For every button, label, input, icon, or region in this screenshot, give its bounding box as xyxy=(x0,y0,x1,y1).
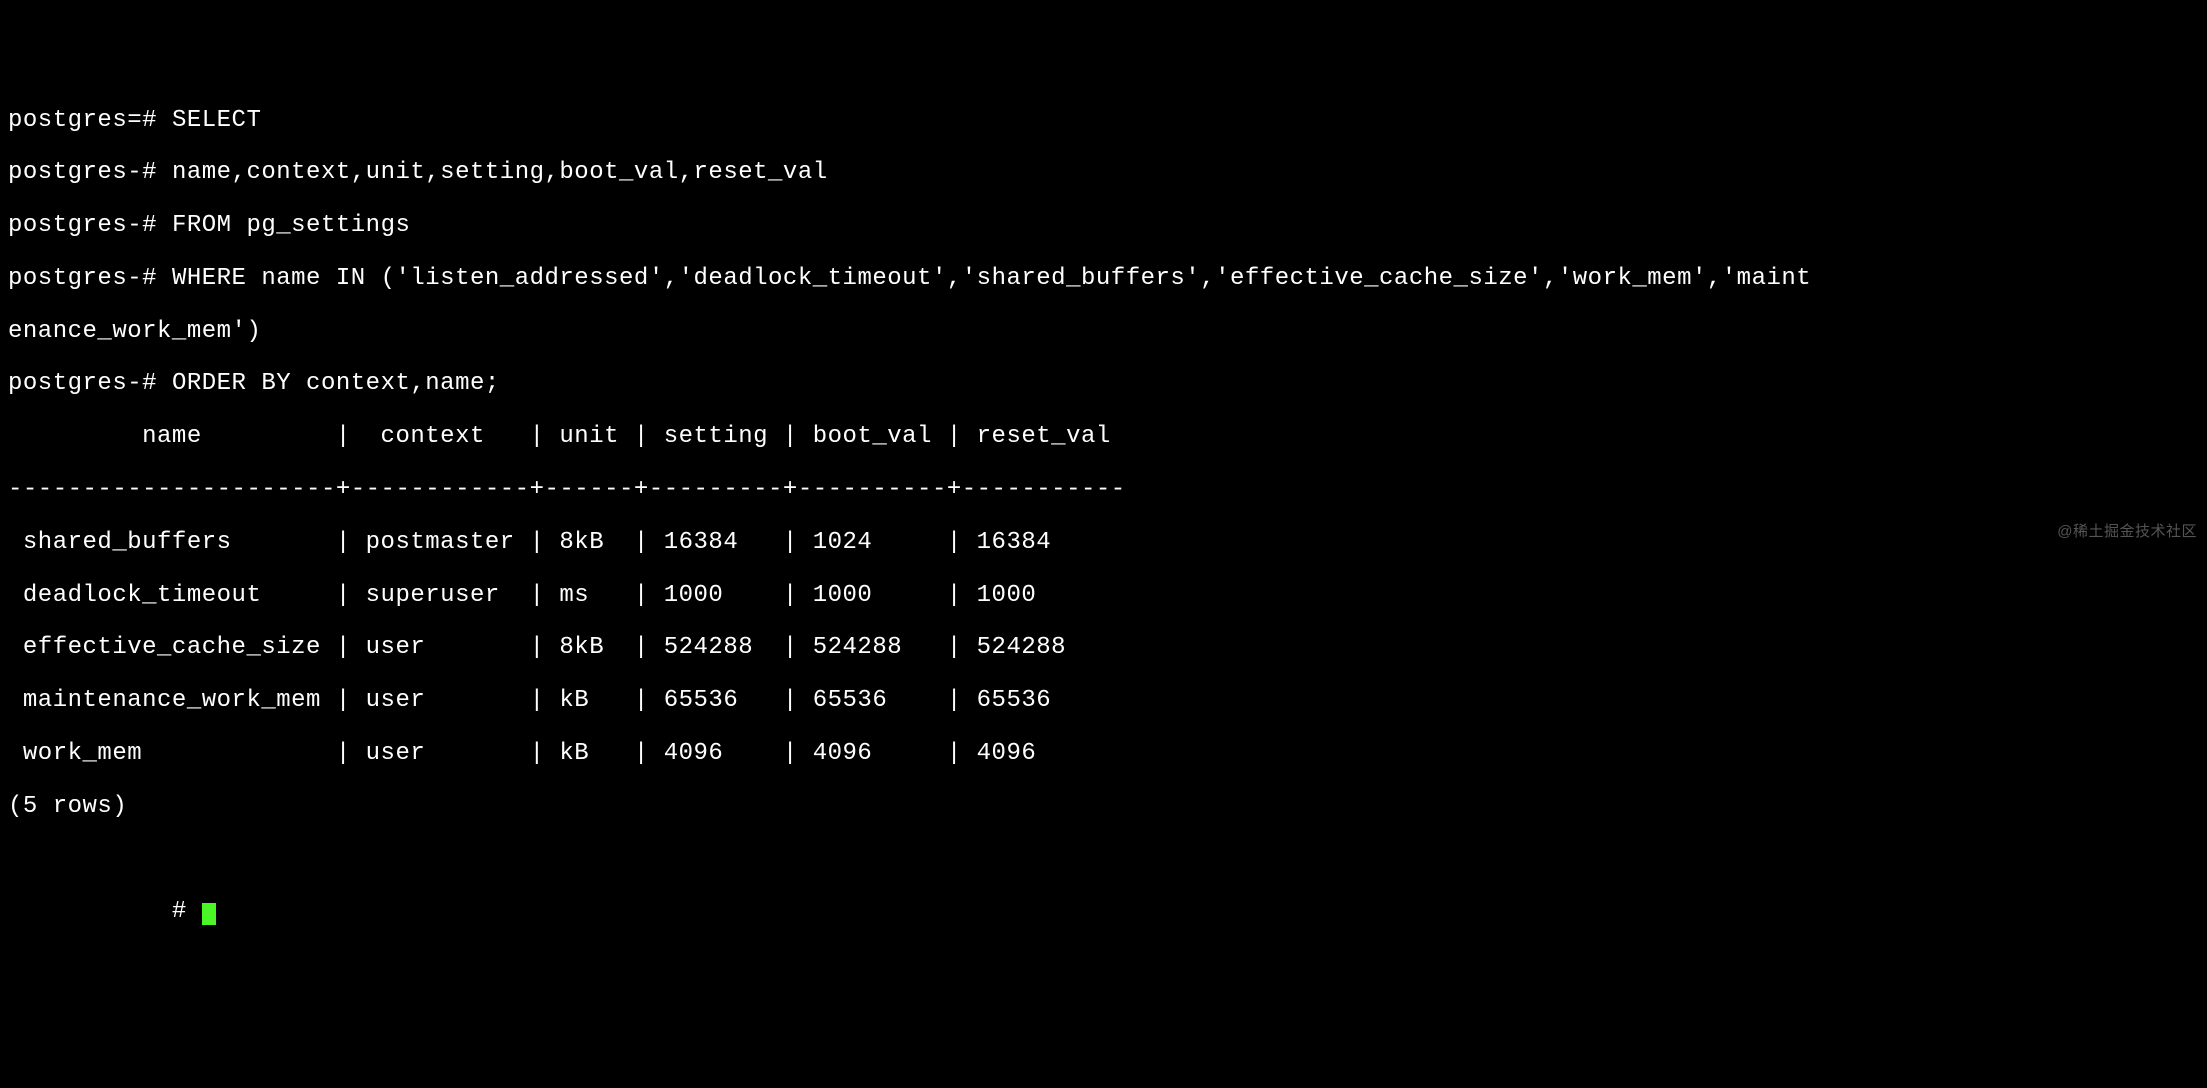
result-separator: ----------------------+------------+----… xyxy=(8,477,2199,503)
empty-line xyxy=(8,847,2199,873)
table-row: work_mem | user | kB | 4096 | 4096 | 409… xyxy=(8,741,2199,767)
table-row: effective_cache_size | user | 8kB | 5242… xyxy=(8,635,2199,661)
result-footer: (5 rows) xyxy=(8,794,2199,820)
prompt: postgres=# xyxy=(8,107,172,134)
prompt-prefix: # xyxy=(8,898,202,925)
result-header: name | context | unit | setting | boot_v… xyxy=(8,424,2199,450)
sql-text: FROM pg_settings xyxy=(172,212,410,239)
table-row: deadlock_timeout | superuser | ms | 1000… xyxy=(8,583,2199,609)
sql-text: SELECT xyxy=(172,107,261,134)
sql-text: enance_work_mem') xyxy=(8,318,261,345)
prompt: postgres-# xyxy=(8,370,172,397)
terminal-cursor xyxy=(202,903,216,925)
query-line-1: postgres=# SELECT xyxy=(8,108,2199,134)
next-prompt-line[interactable]: # xyxy=(8,899,2199,925)
query-line-3: postgres-# FROM pg_settings xyxy=(8,213,2199,239)
table-row: shared_buffers | postmaster | 8kB | 1638… xyxy=(8,530,2199,556)
watermark-text: @稀土掘金技术社区 xyxy=(2057,524,2197,541)
sql-text: ORDER BY context,name; xyxy=(172,370,500,397)
query-line-4: postgres-# WHERE name IN ('listen_addres… xyxy=(8,266,2199,292)
query-line-2: postgres-# name,context,unit,setting,boo… xyxy=(8,160,2199,186)
sql-text: WHERE name IN ('listen_addressed','deadl… xyxy=(172,265,1811,292)
prompt: postgres-# xyxy=(8,159,172,186)
query-line-6: postgres-# ORDER BY context,name; xyxy=(8,371,2199,397)
prompt: postgres-# xyxy=(8,212,172,239)
table-row: maintenance_work_mem | user | kB | 65536… xyxy=(8,688,2199,714)
sql-text: name,context,unit,setting,boot_val,reset… xyxy=(172,159,828,186)
prompt: postgres-# xyxy=(8,265,172,292)
query-line-5: enance_work_mem') xyxy=(8,319,2199,345)
